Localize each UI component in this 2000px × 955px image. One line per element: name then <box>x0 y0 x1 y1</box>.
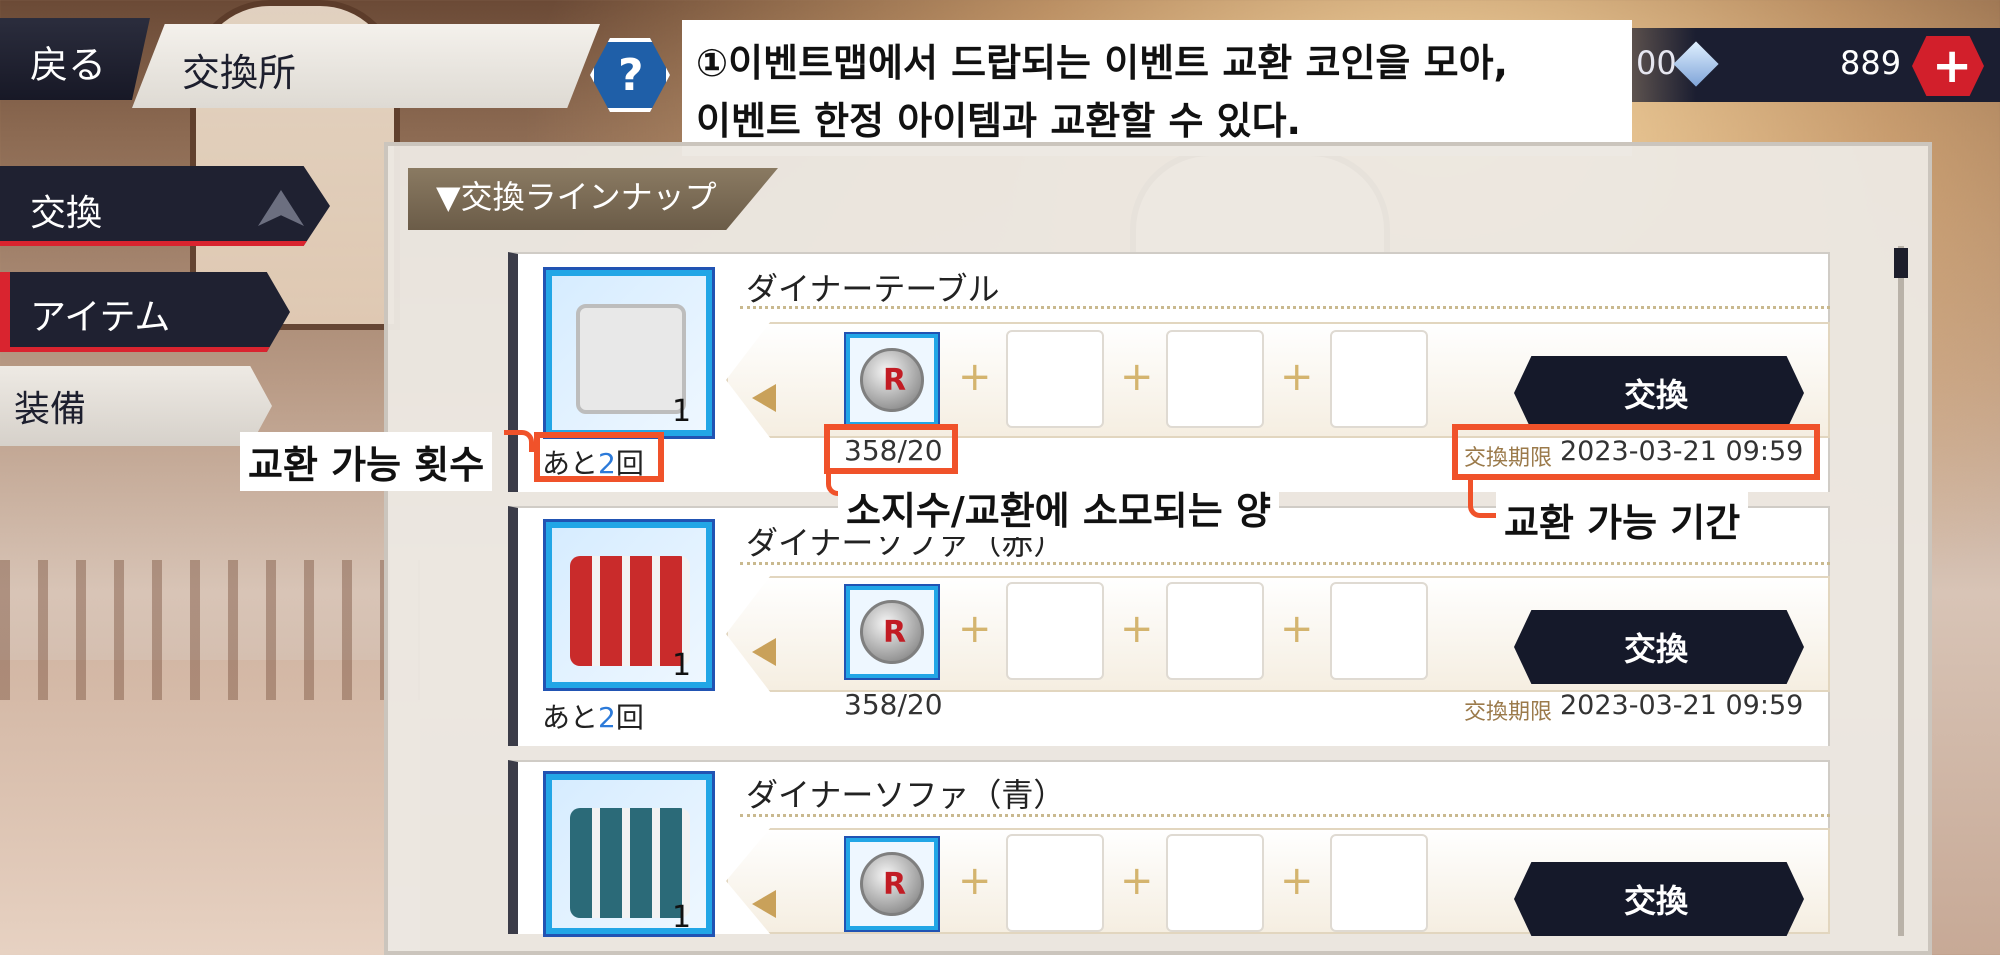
tab-exchange-label[interactable]: 交換 <box>30 184 102 236</box>
scrollbar-thumb[interactable] <box>1894 248 1908 278</box>
empty-slot <box>1006 330 1104 428</box>
coin-letter: R <box>883 867 907 902</box>
owned-required-count: 358/20 <box>844 688 943 721</box>
currency-amount-left: 00 <box>1636 44 1677 82</box>
divider <box>740 562 1830 565</box>
empty-slot <box>1006 582 1104 680</box>
arrow-left-icon <box>752 890 776 918</box>
annotation-box-period <box>1452 424 1820 480</box>
empty-slot <box>1166 582 1264 680</box>
plus-icon: + <box>1120 858 1154 904</box>
plus-icon: + <box>1280 858 1314 904</box>
lineup-label: ▼交換ラインナップ <box>436 178 717 216</box>
plus-icon: + <box>958 606 992 652</box>
remain-prefix: あと <box>542 701 599 734</box>
annotation-count-label: 교환 가능 횟수 <box>240 432 493 491</box>
plus-icon: + <box>1932 38 1973 94</box>
event-coin-icon: R <box>860 852 924 916</box>
empty-slot <box>1330 330 1428 428</box>
empty-slot <box>1006 834 1104 932</box>
page-title: 交換所 <box>182 51 297 95</box>
help-button[interactable]: ? <box>590 38 670 112</box>
arrow-left-icon <box>752 638 776 666</box>
question-icon: ? <box>618 50 644 101</box>
plus-icon: + <box>958 354 992 400</box>
event-coin-icon: R <box>860 348 924 412</box>
divider <box>740 814 1830 817</box>
remaining-count: あと2回 <box>542 696 644 736</box>
remain-number: 2 <box>598 701 616 734</box>
annotation-box-owned <box>824 424 958 474</box>
item-quantity: 1 <box>672 900 692 935</box>
plus-icon: + <box>1120 354 1154 400</box>
add-currency-button[interactable]: + <box>1912 36 1984 96</box>
plus-icon: + <box>1120 606 1154 652</box>
item-quantity: 1 <box>672 648 692 683</box>
annotation-connector <box>504 430 534 452</box>
background-floor <box>0 660 420 955</box>
background-chairs <box>0 560 420 700</box>
explanation-tooltip: ①이벤트맵에서 드랍되는 이벤트 교환 코인을 모아, 이벤트 한정 아이템과 … <box>682 20 1632 156</box>
scrollbar-track[interactable] <box>1898 246 1904 936</box>
item-name: ダイナーソファ（青） <box>746 776 1066 814</box>
coin-letter: R <box>883 363 907 398</box>
event-coin-icon: R <box>860 600 924 664</box>
empty-slot <box>1166 330 1264 428</box>
plus-icon: + <box>1280 606 1314 652</box>
tab-equipment-label[interactable]: 装備 <box>14 380 86 432</box>
coin-slot[interactable]: R <box>844 332 940 428</box>
arrow-left-icon <box>752 384 776 412</box>
back-label[interactable]: 戻る <box>30 34 106 89</box>
exchange-button-label[interactable]: 交換 <box>1624 370 1688 416</box>
item-name: ダイナーテーブル <box>746 270 1000 308</box>
coin-letter: R <box>883 615 907 650</box>
annotation-period-label: 교환 가능 기간 <box>1496 490 1749 549</box>
table-icon <box>576 304 686 414</box>
tab-item-label[interactable]: アイテム <box>30 288 170 340</box>
limit-label: 交換期限 <box>1464 700 1553 725</box>
currency-amount-right: 889 <box>1840 44 1902 82</box>
exchange-button-label[interactable]: 交換 <box>1624 876 1688 922</box>
exchange-button-label[interactable]: 交換 <box>1624 624 1688 670</box>
empty-slot <box>1330 582 1428 680</box>
empty-slot <box>1330 834 1428 932</box>
annotation-box-remaining <box>534 432 664 482</box>
limit-date: 2023-03-21 09:59 <box>1560 690 1804 721</box>
empty-slot <box>1166 834 1264 932</box>
item-quantity: 1 <box>672 394 692 429</box>
plus-icon: + <box>1280 354 1314 400</box>
annotation-connector <box>1468 480 1496 518</box>
annotation-cost-label: 소지수/교환에 소모되는 양 <box>838 478 1279 537</box>
plus-icon: + <box>958 858 992 904</box>
coin-slot[interactable]: R <box>844 584 940 680</box>
tooltip-line-1: ①이벤트맵에서 드랍되는 이벤트 교환 코인을 모아, <box>696 41 1508 85</box>
remain-suffix: 回 <box>615 701 644 734</box>
divider <box>740 306 1830 309</box>
coin-slot[interactable]: R <box>844 836 940 932</box>
